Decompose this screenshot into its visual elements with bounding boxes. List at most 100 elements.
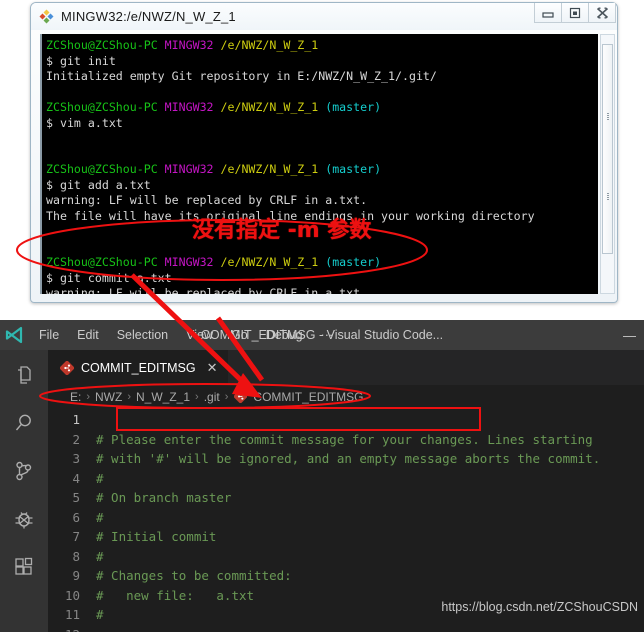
terminal-title: MINGW32:/e/NWZ/N_W_Z_1 [61,9,236,24]
terminal-text-segment: ZCShou@ZCShou-PC [46,255,165,269]
explorer-icon[interactable] [11,362,37,388]
breadcrumb-item[interactable]: NWZ [95,390,122,404]
source-control-icon[interactable] [11,458,37,484]
terminal-text-segment: MINGW32 [164,255,221,269]
terminal-output: ZCShou@ZCShou-PC MINGW32 /e/NWZ/N_W_Z_1 … [42,34,598,294]
vscode-menubar: File Edit Selection View Go Debug ··· [30,324,342,346]
activity-bar [0,350,48,632]
terminal-text-segment: $ git commit a.txt [46,270,172,285]
line-number: 10 [64,587,80,603]
line-number: 7 [72,529,80,545]
code-line[interactable]: 12 [48,625,644,632]
menu-item-go[interactable]: Go [222,324,257,346]
editor-area: COMMIT_EDITMSG ✕ E: › NWZ › N_W_Z_1 › .git › COM… [48,350,644,632]
code-line-text: # [96,548,104,564]
terminal-text-segment: ZCShou@ZCShou-PC [46,38,165,52]
vscode-logo-icon [0,326,30,344]
code-line-text: # Please enter the commit message for yo… [96,431,593,447]
tab-close-icon[interactable]: ✕ [207,360,218,376]
code-line[interactable]: 1 [48,410,644,430]
vscode-titlebar: File Edit Selection View Go Debug ··· COMMIT_E… [0,320,644,350]
terminal-text-segment: /e/NWZ/N_W_Z_1 [220,162,326,176]
terminal-text-segment: (master) [325,100,382,114]
terminal-text-segment: (master) [325,255,382,269]
breadcrumb-item[interactable]: N_W_Z_1 [136,390,190,404]
extensions-icon[interactable] [11,554,37,580]
terminal-minimize-button[interactable] [534,3,562,23]
terminal-maximize-button[interactable] [561,3,589,23]
terminal-window-buttons [534,3,616,23]
breadcrumb-item[interactable]: COMMIT_EDITMSG [253,390,363,404]
code-line-text: # Initial commit [96,529,217,545]
mingw-terminal-window: MINGW32:/e/NWZ/N_W_Z_1 ZCShou@ZCShou-PC … [30,2,618,303]
menu-item-[interactable]: ··· [312,324,343,346]
git-file-icon [59,360,75,376]
terminal-titlebar[interactable]: MINGW32:/e/NWZ/N_W_Z_1 [31,3,617,30]
annotation-note-text: 没有指定 -m 参数 [192,218,372,243]
terminal-text-segment: MINGW32 [164,38,221,52]
vscode-minimize-button[interactable]: — [623,320,636,350]
line-number: 12 [48,627,96,632]
menu-item-view[interactable]: View [177,324,222,346]
scrollbar-grip-top [607,113,609,121]
gitbash-icon [39,9,54,24]
code-line[interactable]: 2 # Please enter the commit message for y… [48,430,644,450]
line-number: 3 [72,451,80,467]
menu-item-selection[interactable]: Selection [108,324,177,346]
menu-item-file[interactable]: File [30,324,68,346]
code-line-text: # On branch master [96,490,232,506]
tab-label: COMMIT_EDITMSG [81,361,196,375]
screenshot-root: MINGW32:/e/NWZ/N_W_Z_1 ZCShou@ZCShou-PC … [0,0,644,632]
terminal-console[interactable]: ZCShou@ZCShou-PC MINGW32 /e/NWZ/N_W_Z_1 … [40,34,598,294]
terminal-text-segment: $ vim a.txt [46,115,123,130]
code-line[interactable]: 4 # [48,469,644,489]
terminal-text-segment: MINGW32 [164,162,221,176]
code-line-text: # with '#' will be ignored, and an empty… [96,451,601,467]
terminal-scrollbar[interactable] [600,34,615,294]
line-number: 5 [72,490,80,506]
terminal-text-segment: (master) [325,162,382,176]
terminal-text-segment: /e/NWZ/N_W_Z_1 [220,38,319,52]
breadcrumb-separator: › [127,390,132,403]
code-line-text: # [96,509,104,525]
watermark-text: https://blog.csdn.net/ZCShouCSDN [441,600,638,614]
vscode-body: COMMIT_EDITMSG ✕ E: › NWZ › N_W_Z_1 › .git › COM… [0,350,644,632]
code-line[interactable]: 3 # with '#' will be ignored, and an empt… [48,449,644,469]
terminal-text-segment: /e/NWZ/N_W_Z_1 [220,100,326,114]
editor-tabbar: COMMIT_EDITMSG ✕ [48,350,644,385]
terminal-scrollbar-thumb[interactable] [602,44,613,254]
terminal-text-segment: Initialized empty Git repository in E:/N… [46,69,437,83]
terminal-text-segment: warning: LF will be replaced by CRLF in … [46,193,368,207]
search-icon[interactable] [11,410,37,436]
code-editor[interactable]: 1 2 # Please enter the commit message for … [48,408,644,632]
vscode-window: File Edit Selection View Go Debug ··· COMMIT_E… [0,320,644,632]
line-number: 11 [64,607,80,623]
terminal-close-button[interactable] [588,3,616,23]
breadcrumb-separator: › [86,390,91,403]
terminal-text-segment: warning: LF will be replaced by CRLF in … [46,286,368,294]
line-number: 1 [72,412,80,428]
breadcrumb-item[interactable]: .git [204,390,220,404]
code-line[interactable]: 6 # [48,508,644,528]
menu-item-debug[interactable]: Debug [257,324,312,346]
code-line-text: # Changes to be committed: [96,568,292,584]
terminal-text-segment: MINGW32 [164,100,221,114]
menu-item-edit[interactable]: Edit [68,324,108,346]
breadcrumb-item[interactable]: E: [70,390,81,404]
code-line[interactable]: 5 # On branch master [48,488,644,508]
code-line[interactable]: 7 # Initial commit [48,527,644,547]
line-number: 6 [72,509,80,525]
tab-commit-editmsg[interactable]: COMMIT_EDITMSG ✕ [48,350,228,385]
breadcrumb: E: › NWZ › N_W_Z_1 › .git › COMMIT_EDITMSG [48,385,644,408]
terminal-text-segment: ZCShou@ZCShou-PC [46,100,165,114]
line-number: 2 [72,431,80,447]
debug-icon[interactable] [11,506,37,532]
line-number: 9 [72,568,80,584]
code-line[interactable]: 8 # [48,547,644,567]
terminal-text-segment: /e/NWZ/N_W_Z_1 [220,255,326,269]
code-line[interactable]: 9 # Changes to be committed: [48,566,644,586]
git-file-icon [233,389,249,404]
line-number: 4 [72,470,80,486]
code-line-text: # [96,607,104,623]
line-number: 8 [72,548,80,564]
